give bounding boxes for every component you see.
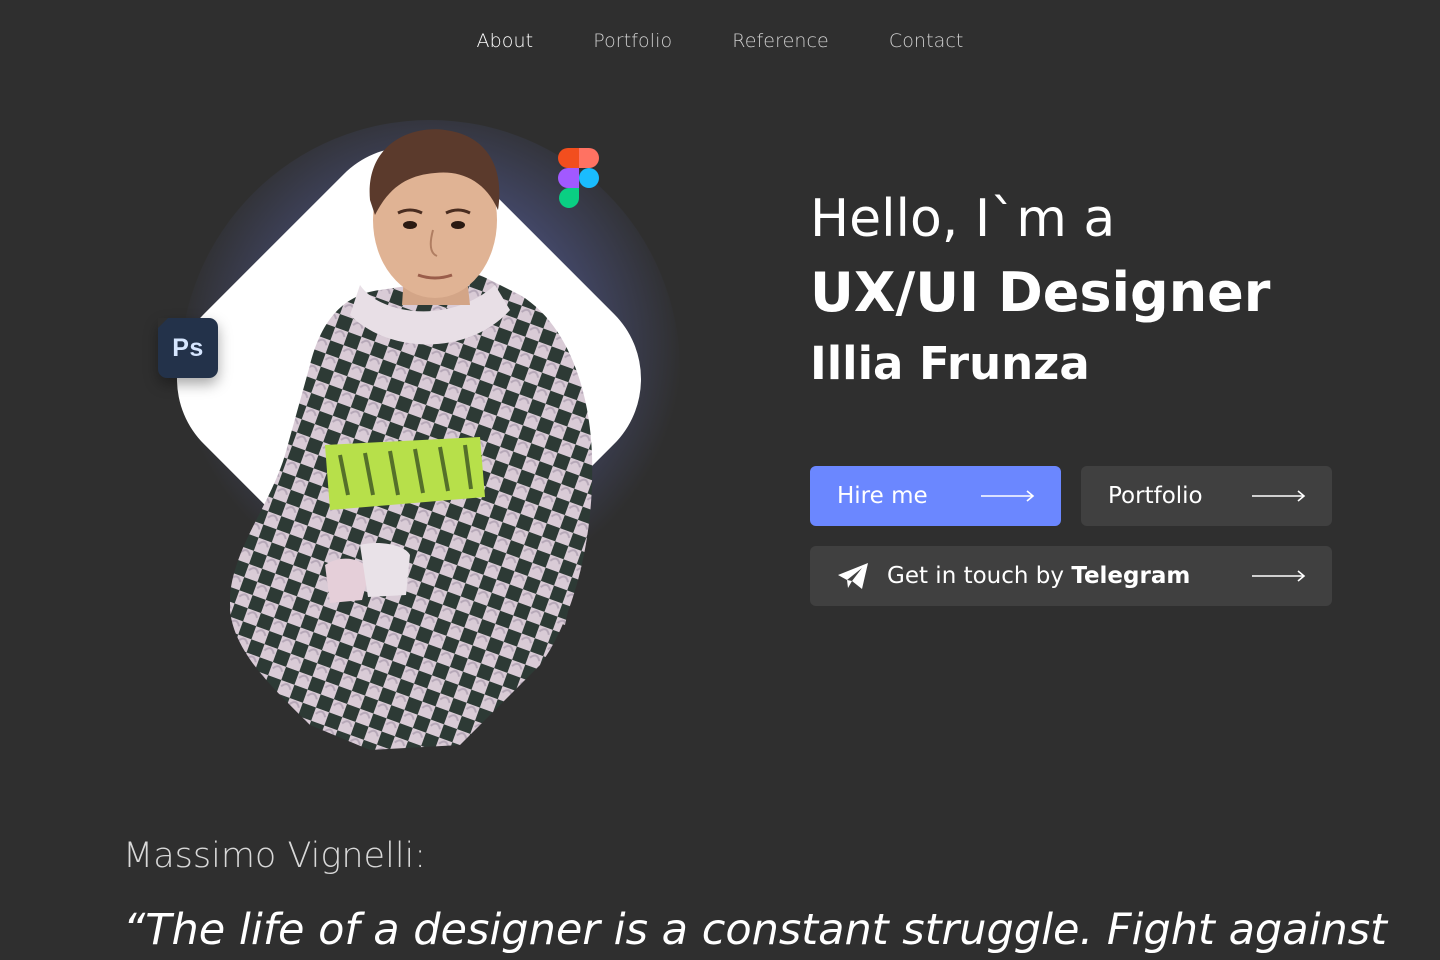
- figma-icon: [558, 148, 599, 208]
- nav-item-portfolio[interactable]: Portfolio: [563, 26, 702, 56]
- telegram-icon: [838, 563, 868, 589]
- arrow-right-icon: [1252, 490, 1306, 502]
- quote-text: “The life of a designer is a constant st…: [123, 905, 1388, 955]
- telegram-label-bold: Telegram: [1071, 563, 1191, 589]
- hero-name: Illia Frunza: [810, 337, 1090, 390]
- page: About Portfolio Reference Contact Ps Hel…: [0, 0, 1440, 960]
- nav-item-contact[interactable]: Contact: [859, 26, 994, 56]
- hero-role: UX/UI Designer: [810, 261, 1271, 324]
- hero-greeting: Hello, I`m a: [810, 189, 1116, 249]
- portrait-image: [230, 129, 593, 750]
- telegram-button[interactable]: Get in touch by Telegram: [810, 546, 1332, 606]
- telegram-label: Get in touch by Telegram: [887, 563, 1190, 589]
- top-nav: About Portfolio Reference Contact: [0, 26, 1440, 56]
- photoshop-icon: Ps: [158, 318, 218, 378]
- hero-text: Hello, I`m a UX/UI Designer Illia Frunza: [810, 185, 1370, 395]
- nav-item-reference[interactable]: Reference: [702, 26, 859, 56]
- arrow-right-icon: [1252, 570, 1306, 582]
- hire-me-button[interactable]: Hire me: [810, 466, 1061, 526]
- telegram-label-prefix: Get in touch by: [887, 563, 1064, 589]
- quote-author: Massimo Vignelli:: [123, 836, 427, 876]
- hire-me-label: Hire me: [837, 483, 928, 509]
- photoshop-icon-label: Ps: [172, 333, 204, 362]
- arrow-right-icon: [981, 490, 1035, 502]
- portfolio-button[interactable]: Portfolio: [1081, 466, 1332, 526]
- portfolio-label: Portfolio: [1108, 483, 1203, 509]
- nav-item-about[interactable]: About: [447, 26, 564, 56]
